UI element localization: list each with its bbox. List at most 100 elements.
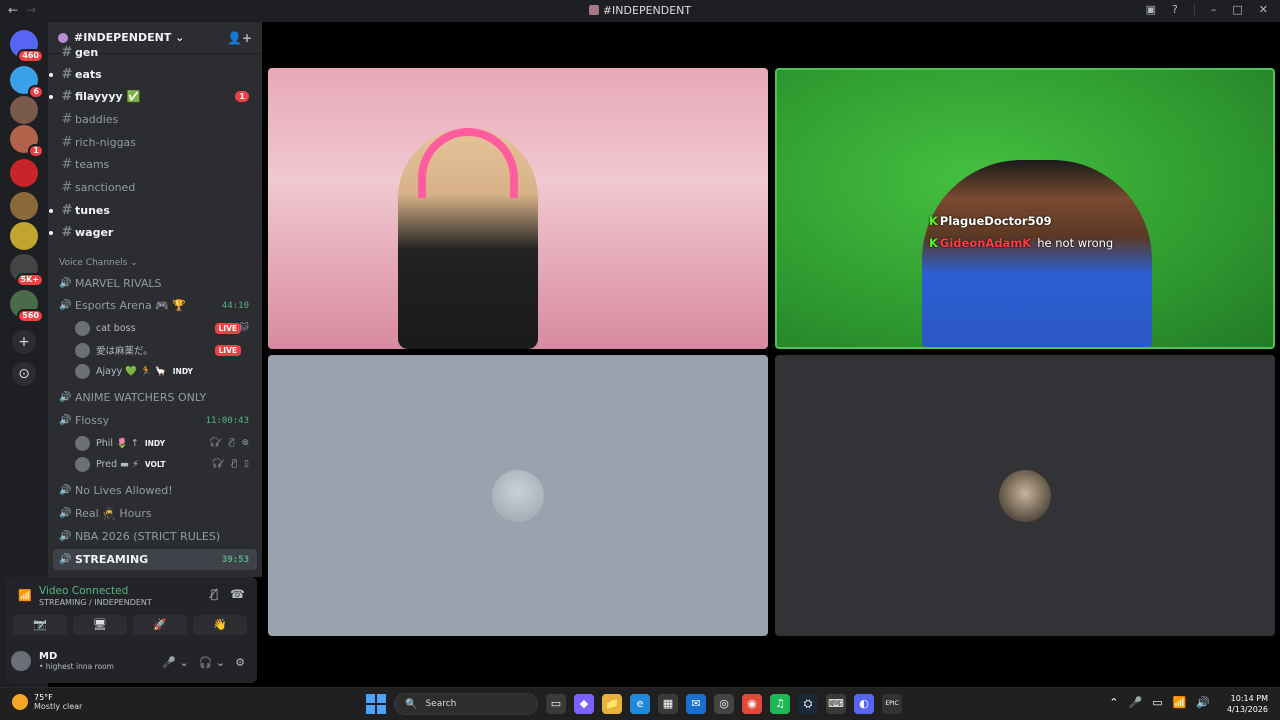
- taskbar-app-icon[interactable]: ⛭: [798, 694, 818, 714]
- screen-icon[interactable]: ▣: [1146, 3, 1156, 16]
- speaker-icon: 🔊: [59, 508, 72, 519]
- windows-start-button[interactable]: [366, 694, 386, 714]
- channel-name: baddies: [75, 113, 119, 126]
- maximize-button[interactable]: □: [1232, 3, 1242, 16]
- chat-username: GideonAdamK: [939, 236, 1032, 250]
- voice-channel-streaming[interactable]: 🔊 STREAMING 39:53: [53, 549, 257, 570]
- voice-user[interactable]: cat boss LIVE 🐱: [75, 318, 257, 338]
- text-channel[interactable]: # teams: [53, 154, 257, 175]
- taskbar-app-icon[interactable]: e: [630, 694, 650, 714]
- hash-icon: #: [61, 112, 73, 127]
- video-tile-4[interactable]: [775, 355, 1275, 636]
- settings-gear-icon[interactable]: ⚙: [235, 656, 245, 669]
- tray-icon[interactable]: ▭: [1152, 696, 1162, 709]
- search-box[interactable]: 🔍 Search: [394, 693, 538, 715]
- tray-icon[interactable]: 📶: [1173, 696, 1187, 709]
- add-server-button[interactable]: +: [12, 330, 36, 354]
- system-clock[interactable]: 10:14 PM 4/13/2026: [1227, 693, 1268, 715]
- camera-off-button[interactable]: 📷̸: [13, 615, 67, 635]
- channel-name: tunes: [75, 204, 110, 217]
- server-icon-5[interactable]: [10, 192, 38, 220]
- speaker-icon: 🔊: [59, 531, 72, 542]
- server-icon-0[interactable]: 460: [10, 30, 44, 63]
- signal-icon[interactable]: 📶: [18, 589, 32, 602]
- taskbar-app-icon[interactable]: ◎: [714, 694, 734, 714]
- share-screen-button[interactable]: 🖥: [73, 615, 127, 635]
- voice-channel-real[interactable]: 🔊 Real 🥷 Hours: [53, 503, 257, 524]
- channel-name: wager: [75, 226, 114, 239]
- noise-suppression-icon[interactable]: 〰̸: [211, 587, 218, 601]
- video-tile-1[interactable]: [268, 68, 768, 349]
- text-channel[interactable]: # filayyyy ✅ 1: [49, 86, 257, 107]
- voice-user[interactable]: Phil 🌷 ↑ INDY 🎧̸ 🎙̸ ⊗: [75, 433, 257, 453]
- voice-channel-esports[interactable]: 🔊 Esports Arena 🎮 🏆 44:10: [53, 295, 257, 316]
- hash-icon: #: [61, 45, 73, 60]
- taskbar-app-icon[interactable]: EPIC: [882, 694, 902, 714]
- voice-user[interactable]: 愛は麻薬だ。 LIVE: [75, 340, 257, 360]
- text-channel[interactable]: # sanctioned: [53, 177, 257, 198]
- user-tag: INDY: [172, 366, 193, 376]
- video-tile-2[interactable]: K PlagueDoctor509 K GideonAdamK he not wron…: [775, 68, 1275, 349]
- text-channel[interactable]: # baddies: [53, 109, 257, 130]
- tray-icon[interactable]: 🔊: [1196, 696, 1210, 709]
- help-icon[interactable]: ?: [1172, 3, 1178, 16]
- taskbar-app-icon[interactable]: ◉: [742, 694, 762, 714]
- taskbar-app-icon[interactable]: 📁: [602, 694, 622, 714]
- voice-channels-header[interactable]: Voice Channels ⌄: [59, 258, 138, 268]
- server-icon-1[interactable]: 6: [10, 66, 44, 99]
- disconnect-icon[interactable]: ☎: [230, 587, 245, 601]
- voice-channel-marvel[interactable]: 🔊 MARVEL RIVALS: [53, 273, 257, 294]
- weather-condition: Mostly clear: [34, 702, 83, 711]
- voice-channel-flossy[interactable]: 🔊 Flossy 11:00:43: [53, 410, 257, 431]
- text-channel[interactable]: # gen: [53, 42, 257, 63]
- chat-message: he not wrong: [1037, 236, 1114, 250]
- hash-icon: #: [61, 67, 73, 82]
- taskbar-app-icon[interactable]: ▭: [546, 694, 566, 714]
- voice-channel-nba[interactable]: 🔊 NBA 2026 (STRICT RULES): [53, 526, 257, 547]
- voice-channel-nolives[interactable]: 🔊 No Lives Allowed!: [53, 480, 257, 501]
- text-channel[interactable]: # wager: [49, 222, 257, 243]
- voice-user[interactable]: Ajayy 💚 🏃 🦙 INDY: [75, 361, 257, 381]
- close-button[interactable]: ✕: [1259, 3, 1268, 16]
- tray-icon[interactable]: 🎤: [1128, 696, 1142, 709]
- taskbar-app-icon[interactable]: ⌨: [826, 694, 846, 714]
- channel-name: MARVEL RIVALS: [75, 277, 162, 290]
- avatar: [75, 363, 90, 379]
- server-icon-6[interactable]: [10, 222, 38, 250]
- minimize-button[interactable]: –: [1211, 3, 1217, 16]
- voice-channel-anime[interactable]: 🔊 ANIME WATCHERS ONLY: [53, 387, 257, 408]
- server-icon-2[interactable]: [10, 96, 38, 124]
- channel-timer: 39:53: [221, 554, 249, 565]
- microphone-icon[interactable]: 🎤 ⌄: [162, 656, 188, 669]
- server-badge: 560: [17, 309, 44, 323]
- taskbar-app-icon[interactable]: ◆: [574, 694, 594, 714]
- taskbar-app-icon[interactable]: ◐: [854, 694, 874, 714]
- chat-overlay-line: K PlagueDoctor509: [929, 214, 1052, 228]
- text-channel[interactable]: # tunes: [49, 200, 257, 221]
- headset-icon[interactable]: 🎧 ⌄: [199, 656, 225, 669]
- server-icon-7[interactable]: 5K+: [10, 254, 44, 287]
- text-channel[interactable]: # rich-niggas: [53, 132, 257, 153]
- voice-channel-path[interactable]: STREAMING / INDEPENDENT: [39, 598, 152, 607]
- voice-status[interactable]: Video Connected: [39, 585, 128, 597]
- video-tile-3[interactable]: [268, 355, 768, 636]
- text-channel[interactable]: # eats: [49, 64, 257, 85]
- taskbar-app-icon[interactable]: ▦: [658, 694, 678, 714]
- taskbar-app-icon[interactable]: ♫: [770, 694, 790, 714]
- server-icon-3[interactable]: 1: [10, 125, 44, 158]
- server-icon-8[interactable]: 560: [10, 290, 44, 323]
- activities-button[interactable]: 🚀: [133, 615, 187, 635]
- server-icon-4[interactable]: [10, 159, 38, 187]
- taskbar-app-icon[interactable]: ✉: [686, 694, 706, 714]
- user-info[interactable]: MD • highest inna room: [11, 651, 114, 671]
- weather-widget[interactable]: 75°F Mostly clear: [12, 693, 82, 711]
- discover-button[interactable]: ⊙: [12, 362, 36, 386]
- speaker-icon: 🔊: [59, 278, 72, 289]
- user-name: Pred ▬ ⚡: [96, 458, 139, 470]
- tray-icon[interactable]: ⌃: [1109, 696, 1118, 709]
- user-tag: VOLT: [144, 459, 166, 469]
- channel-name: teams: [75, 158, 110, 171]
- voice-user[interactable]: Pred ▬ ⚡ VOLT 🎧̸ 🎙̸ ▯: [75, 454, 257, 474]
- avatar: [75, 342, 90, 358]
- soundboard-button[interactable]: 👋: [193, 615, 247, 635]
